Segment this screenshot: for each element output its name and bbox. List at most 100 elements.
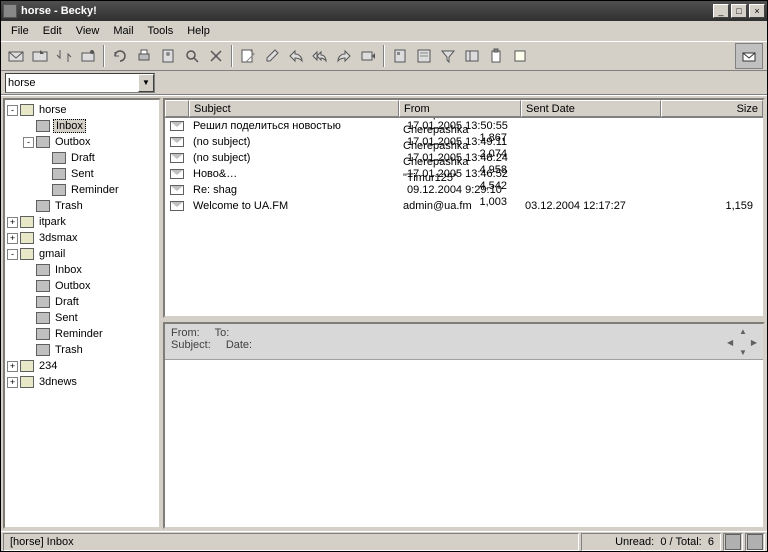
send-receive-button[interactable] [53, 45, 75, 67]
account-combo[interactable]: horse ▼ [5, 73, 155, 93]
tree-item[interactable]: Draft [7, 150, 157, 166]
expand-toggle [39, 153, 50, 164]
title-bar[interactable]: horse - Becky! _ □ × [1, 1, 767, 21]
preview-from-label: From: [171, 327, 200, 339]
attach-button[interactable] [485, 45, 507, 67]
view-button[interactable] [461, 45, 483, 67]
status-icon-2[interactable] [745, 533, 765, 551]
nav-diamond[interactable]: ▲ ▼ ◀ ▶ [727, 327, 757, 357]
tree-item[interactable]: Reminder [7, 326, 157, 342]
tree-item[interactable]: Trash [7, 342, 157, 358]
envelope-icon [165, 169, 189, 179]
tree-item[interactable]: +3dnews [7, 374, 157, 390]
tree-item[interactable]: Inbox [7, 118, 157, 134]
expand-toggle[interactable]: - [7, 249, 18, 260]
cell-date: 09.12.2004 9:29:10 [403, 184, 521, 196]
delete-button[interactable] [205, 45, 227, 67]
tree-item[interactable]: Draft [7, 294, 157, 310]
remote-button[interactable] [77, 45, 99, 67]
menu-file[interactable]: File [5, 23, 35, 39]
tree-label: 234 [37, 360, 59, 372]
folder-icon [36, 296, 50, 308]
expand-toggle[interactable]: + [7, 361, 18, 372]
mailbox-icon [20, 232, 34, 244]
col-date[interactable]: Sent Date [521, 100, 661, 117]
tree-item[interactable]: - Outbox [7, 134, 157, 150]
redirect-button[interactable] [357, 45, 379, 67]
separator [103, 45, 105, 67]
col-subject[interactable]: Subject [189, 100, 399, 117]
filter-button[interactable] [437, 45, 459, 67]
tree-item[interactable]: Sent [7, 310, 157, 326]
preview-to-label: To: [215, 327, 230, 339]
tree-item[interactable]: +3dsmax [7, 230, 157, 246]
folder-icon [36, 280, 50, 292]
cell-subject: Re: shag [189, 184, 399, 196]
chat-icon [725, 534, 741, 550]
print-button[interactable] [133, 45, 155, 67]
reply-all-button[interactable] [309, 45, 331, 67]
preview-header: From: To: Subject: Date: ▲ ▼ ◀ ▶ [165, 324, 763, 360]
forward-button[interactable] [333, 45, 355, 67]
compose-button[interactable] [237, 45, 259, 67]
template-button[interactable] [413, 45, 435, 67]
tree-item[interactable]: Reminder [7, 182, 157, 198]
tree-label: Reminder [69, 184, 121, 196]
folder-icon [36, 312, 50, 324]
tree-item[interactable]: Sent [7, 166, 157, 182]
reply-button[interactable] [285, 45, 307, 67]
expand-toggle [23, 313, 34, 324]
maximize-button[interactable]: □ [731, 4, 747, 18]
cell-subject: Решил поделиться новостью [189, 120, 399, 132]
close-button[interactable]: × [749, 4, 765, 18]
tree-label: Outbox [53, 280, 92, 292]
message-row[interactable]: Welcome to UA.FMadmin@ua.fm03.12.2004 12… [165, 198, 763, 214]
expand-toggle[interactable]: - [23, 137, 34, 148]
tree-item[interactable]: Inbox [7, 262, 157, 278]
check-mail-button[interactable] [5, 45, 27, 67]
menu-edit[interactable]: Edit [37, 23, 68, 39]
chevron-down-icon[interactable]: ▼ [138, 74, 154, 92]
expand-toggle[interactable]: + [7, 377, 18, 388]
note-button[interactable] [509, 45, 531, 67]
tree-item[interactable]: Outbox [7, 278, 157, 294]
message-list[interactable]: Subject From Sent Date Size Решил подели… [163, 98, 765, 318]
tree-item[interactable]: Trash [7, 198, 157, 214]
expand-toggle[interactable]: + [7, 217, 18, 228]
tree-item[interactable]: +itpark [7, 214, 157, 230]
minimize-button[interactable]: _ [713, 4, 729, 18]
status-counts: Unread: 0 / Total: 6 [581, 533, 721, 551]
address-button[interactable] [157, 45, 179, 67]
refresh-button[interactable] [109, 45, 131, 67]
message-row[interactable]: Re: shag"Timur125" 09.12.2004 9:29:101,0… [165, 182, 763, 198]
tree-item[interactable]: +234 [7, 358, 157, 374]
cell-subject: Welcome to UA.FM [189, 200, 399, 212]
logo-button[interactable] [735, 43, 763, 69]
menu-view[interactable]: View [70, 23, 106, 39]
tree-label: Inbox [53, 264, 84, 276]
col-sort[interactable] [165, 100, 189, 117]
envelope-icon [165, 137, 189, 147]
menu-tools[interactable]: Tools [142, 23, 180, 39]
menu-help[interactable]: Help [181, 23, 216, 39]
col-from[interactable]: From [399, 100, 521, 117]
flag-button[interactable] [389, 45, 411, 67]
tree-label: gmail [37, 248, 67, 260]
status-icon-1[interactable] [723, 533, 743, 551]
edit-button[interactable] [261, 45, 283, 67]
tree-item[interactable]: -horse [7, 102, 157, 118]
expand-toggle[interactable]: - [7, 105, 18, 116]
find-button[interactable] [181, 45, 203, 67]
folder-icon [52, 152, 66, 164]
mailbox-icon [20, 248, 34, 260]
col-size[interactable]: Size [661, 100, 763, 117]
tree-label: Outbox [53, 136, 92, 148]
tree-item[interactable]: - gmail [7, 246, 157, 262]
send-button[interactable] [29, 45, 51, 67]
cell-subject: Ново&… [189, 168, 399, 180]
folder-tree[interactable]: -horseInbox-OutboxDraftSentReminderTrash… [3, 98, 161, 529]
expand-toggle[interactable]: + [7, 233, 18, 244]
folder-icon [52, 168, 66, 180]
menu-mail[interactable]: Mail [107, 23, 139, 39]
status-bar: [horse] Inbox Unread: 0 / Total: 6 [1, 531, 767, 551]
